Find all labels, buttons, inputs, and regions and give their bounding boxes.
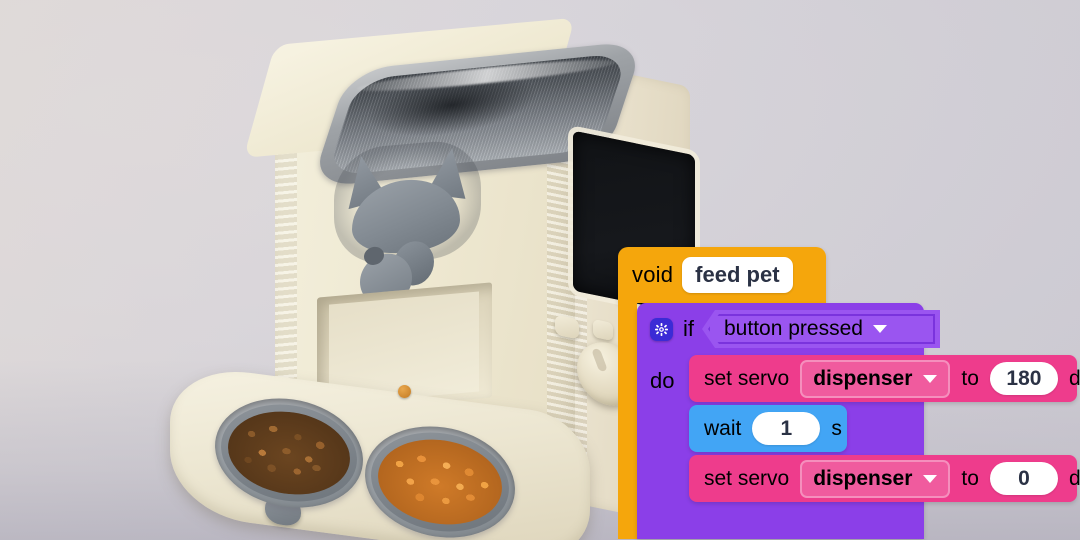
condition-slot[interactable]: button pressed xyxy=(702,310,940,348)
screenshot-stage: void feed pet if button pressed do set s… xyxy=(0,0,1080,540)
wait-block[interactable]: wait 1 s xyxy=(689,405,847,452)
servo-angle-unit-1: deg xyxy=(1068,366,1080,390)
set-servo-connector-1: to xyxy=(961,366,979,390)
chevron-down-icon[interactable] xyxy=(923,474,938,483)
function-body: if button pressed do set servo dispenser… xyxy=(618,303,1080,539)
servo-angle-input-2[interactable]: 0 xyxy=(989,462,1058,495)
set-servo-connector-2: to xyxy=(961,466,979,490)
function-definition-block[interactable]: void feed pet xyxy=(618,247,826,303)
falling-kibble xyxy=(398,385,411,398)
function-left-spine xyxy=(618,303,637,539)
wait-unit: s xyxy=(831,416,842,440)
do-row: do set servo dispenser to 180 deg xyxy=(637,355,1080,505)
left-bowl-food xyxy=(225,407,353,499)
servo-target-dropdown-1[interactable]: dispenser xyxy=(800,359,951,398)
if-block[interactable]: if button pressed do set servo dispenser… xyxy=(637,303,1080,539)
block-program: void feed pet if button pressed do set s… xyxy=(618,247,1080,539)
chevron-down-icon[interactable] xyxy=(872,325,887,333)
condition-label: button pressed xyxy=(724,317,863,340)
set-servo-block-1[interactable]: set servo dispenser to 180 deg xyxy=(689,355,1080,402)
gear-icon[interactable] xyxy=(650,317,673,341)
set-servo-block-2[interactable]: set servo dispenser to 0 deg xyxy=(689,455,1080,502)
set-servo-prefix-1: set servo xyxy=(704,366,790,390)
brown-kibble xyxy=(225,407,353,499)
set-servo-prefix-2: set servo xyxy=(704,466,790,490)
function-name-input[interactable]: feed pet xyxy=(682,257,793,293)
condition-dropdown[interactable]: button pressed xyxy=(724,317,887,341)
servo-target-dropdown-2[interactable]: dispenser xyxy=(800,459,951,498)
function-statements: if button pressed do set servo dispenser… xyxy=(637,303,1080,539)
if-block-footer xyxy=(637,505,924,539)
wait-duration-input[interactable]: 1 xyxy=(752,412,821,445)
servo-target-label-1: dispenser xyxy=(813,366,913,390)
orange-kibble xyxy=(375,435,505,529)
function-keyword: void xyxy=(632,262,674,287)
if-header-row: if button pressed xyxy=(637,303,940,355)
servo-angle-unit-2: deg xyxy=(1068,466,1080,490)
if-keyword: if xyxy=(683,316,694,341)
do-label: do xyxy=(650,368,675,393)
chevron-down-icon[interactable] xyxy=(923,374,938,383)
servo-target-label-2: dispenser xyxy=(813,466,913,490)
right-bowl-food xyxy=(375,435,505,529)
wait-prefix: wait xyxy=(704,416,742,440)
do-statement-stack: set servo dispenser to 180 deg wai xyxy=(689,355,1080,505)
servo-angle-input-1[interactable]: 180 xyxy=(989,362,1058,395)
